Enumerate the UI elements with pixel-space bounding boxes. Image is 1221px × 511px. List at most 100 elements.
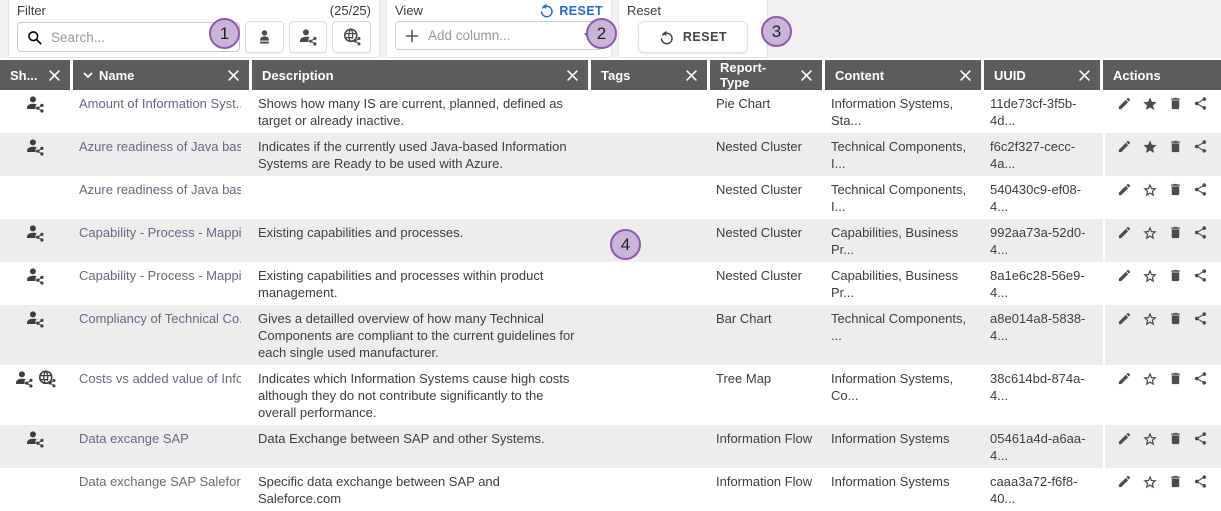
my-reports-filter-button[interactable] — [245, 21, 284, 53]
column-label: Sh... — [10, 68, 37, 83]
report-name-link[interactable]: Capability - Process - Mappi... — [79, 267, 241, 284]
undo-icon — [659, 30, 674, 45]
view-reset-link[interactable]: RESET — [539, 3, 603, 18]
report-name-cell: Data exchange SAP Saleforce — [73, 468, 249, 511]
star-outline-icon[interactable] — [1142, 311, 1158, 327]
table-row: Capability - Process - Mappi... Existing … — [0, 262, 1221, 305]
shared-reports-filter-button[interactable] — [289, 21, 328, 53]
delete-icon[interactable] — [1168, 268, 1183, 283]
share-icon[interactable] — [1193, 225, 1208, 240]
reset-button[interactable]: RESET — [638, 21, 748, 53]
reset-label: Reset — [627, 3, 661, 18]
share-icon[interactable] — [1193, 311, 1208, 326]
remove-column-icon[interactable] — [960, 70, 971, 81]
column-header-sh[interactable]: Sh... — [0, 60, 70, 90]
delete-icon[interactable] — [1168, 474, 1183, 489]
delete-icon[interactable] — [1168, 431, 1183, 446]
annotation-step-3: 3 — [761, 16, 792, 47]
table-body: Amount of Information Syst...Shows how m… — [0, 90, 1221, 511]
delete-icon[interactable] — [1168, 371, 1183, 386]
share-icon[interactable] — [1193, 371, 1208, 386]
share-icon[interactable] — [1193, 139, 1208, 154]
report-name-link[interactable]: Amount of Information Syst... — [79, 95, 241, 112]
report-name-link[interactable]: Azure readiness of Java bas... — [79, 138, 241, 155]
star-outline-icon[interactable] — [1142, 431, 1158, 447]
description-cell: Existing capabilities and processes with… — [252, 262, 588, 305]
add-column-select[interactable]: Add column... — [395, 21, 603, 50]
star-outline-icon[interactable] — [1142, 474, 1158, 490]
column-header-name[interactable]: Name — [73, 60, 249, 90]
view-panel: View RESET Add column... — [386, 0, 612, 58]
edit-icon[interactable] — [1117, 139, 1132, 154]
edit-icon[interactable] — [1117, 371, 1132, 386]
report-name-link[interactable]: Costs vs added value of Info... — [79, 370, 241, 387]
report-type-cell: Pie Chart — [710, 90, 822, 133]
search-input[interactable] — [49, 29, 230, 46]
star-outline-icon[interactable] — [1142, 268, 1158, 284]
column-label: Tags — [601, 68, 630, 83]
filter-count: (25/25) — [330, 3, 371, 18]
remove-column-icon[interactable] — [49, 70, 60, 81]
actions-cell — [1103, 90, 1221, 133]
delete-icon[interactable] — [1168, 182, 1183, 197]
actions-cell — [1103, 365, 1221, 425]
add-column-placeholder: Add column... — [428, 28, 511, 43]
report-name-link[interactable]: Data excange SAP — [79, 430, 241, 447]
column-header-uuid[interactable]: UUID — [984, 60, 1100, 90]
star-outline-icon[interactable] — [1142, 225, 1158, 241]
column-label: Description — [262, 68, 334, 83]
column-header-content[interactable]: Content — [825, 60, 981, 90]
report-name-link[interactable]: Capability - Process - Mappi... — [79, 224, 241, 241]
star-filled-icon[interactable] — [1142, 139, 1158, 155]
report-type-cell: Tree Map — [710, 365, 822, 425]
undo-icon — [539, 3, 554, 18]
share-icon[interactable] — [1193, 431, 1208, 446]
user-shared-icon — [25, 429, 45, 449]
actions-cell — [1103, 262, 1221, 305]
column-header-description[interactable]: Description — [252, 60, 588, 90]
remove-column-icon[interactable] — [801, 70, 812, 81]
edit-icon[interactable] — [1117, 225, 1132, 240]
search-box[interactable] — [17, 22, 240, 52]
star-outline-icon[interactable] — [1142, 371, 1158, 387]
report-name-link[interactable]: Azure readiness of Java bas... — [79, 181, 241, 198]
delete-icon[interactable] — [1168, 139, 1183, 154]
tags-cell — [591, 468, 707, 511]
user-shared-icon — [25, 309, 45, 329]
filter-panel: Filter (25/25) — [8, 0, 380, 58]
tags-cell — [591, 176, 707, 219]
description-cell: Specific data exchange between SAP and S… — [252, 468, 588, 511]
reports-table: Sh... Name Description Tags Report-TypeConte… — [0, 60, 1221, 511]
column-header-actions[interactable]: Actions — [1103, 60, 1221, 90]
delete-icon[interactable] — [1168, 225, 1183, 240]
report-type-cell: Bar Chart — [710, 305, 822, 365]
report-name-link[interactable]: Compliancy of Technical Co... — [79, 310, 241, 327]
share-icon[interactable] — [1193, 268, 1208, 283]
table-row: Azure readiness of Java bas...Nested Clu… — [0, 176, 1221, 219]
edit-icon[interactable] — [1117, 268, 1132, 283]
share-icon[interactable] — [1193, 182, 1208, 197]
uuid-cell: 11de73cf-3f5b-4d... — [984, 90, 1100, 133]
user-shared-icon — [25, 266, 45, 286]
public-reports-filter-button[interactable] — [332, 21, 371, 53]
remove-column-icon[interactable] — [567, 70, 578, 81]
remove-column-icon[interactable] — [686, 70, 697, 81]
share-icon[interactable] — [1193, 96, 1208, 111]
delete-icon[interactable] — [1168, 311, 1183, 326]
report-name-link[interactable]: Data exchange SAP Saleforce — [79, 473, 241, 490]
remove-column-icon[interactable] — [1079, 70, 1090, 81]
star-outline-icon[interactable] — [1142, 182, 1158, 198]
delete-icon[interactable] — [1168, 96, 1183, 111]
edit-icon[interactable] — [1117, 431, 1132, 446]
column-header-report_type[interactable]: Report-Type — [710, 60, 822, 90]
table-header: Sh... Name Description Tags Report-TypeConte… — [0, 60, 1221, 90]
actions-cell — [1103, 305, 1221, 365]
edit-icon[interactable] — [1117, 474, 1132, 489]
edit-icon[interactable] — [1117, 96, 1132, 111]
column-header-tags[interactable]: Tags — [591, 60, 707, 90]
edit-icon[interactable] — [1117, 182, 1132, 197]
star-filled-icon[interactable] — [1142, 96, 1158, 112]
share-icon[interactable] — [1193, 474, 1208, 489]
remove-column-icon[interactable] — [228, 70, 239, 81]
edit-icon[interactable] — [1117, 311, 1132, 326]
